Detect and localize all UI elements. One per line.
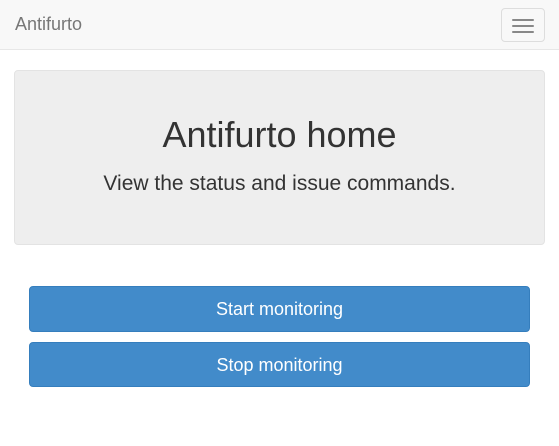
hamburger-menu-icon xyxy=(512,19,534,21)
stop-monitoring-button[interactable]: Stop monitoring xyxy=(29,342,530,387)
navbar-brand[interactable]: Antifurto xyxy=(15,14,82,34)
hamburger-menu-icon xyxy=(512,25,534,27)
page-subtitle: View the status and issue commands. xyxy=(103,172,456,195)
page-title: Antifurto home xyxy=(162,114,397,155)
navbar-toggle-button[interactable] xyxy=(501,8,545,42)
hamburger-menu-icon xyxy=(512,31,534,33)
start-monitoring-button[interactable]: Start monitoring xyxy=(29,286,530,332)
navbar: Antifurto xyxy=(0,0,559,50)
jumbotron: Antifurto home View the status and issue… xyxy=(14,70,545,245)
